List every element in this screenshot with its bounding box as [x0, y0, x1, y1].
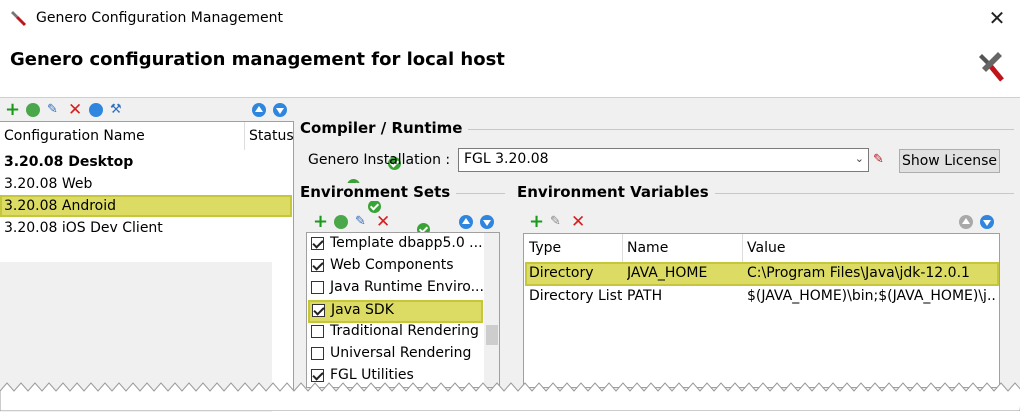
move-down-icon[interactable]: [980, 215, 994, 229]
env-vars-toolbar: + ✎ ✕: [529, 213, 585, 231]
installation-label: Genero Installation :: [308, 152, 451, 168]
env-set-item[interactable]: Web Components: [311, 257, 454, 279]
duplicate-icon[interactable]: [334, 215, 348, 229]
move-up-icon[interactable]: [252, 103, 266, 117]
show-license-button[interactable]: Show License: [899, 149, 1000, 173]
add-icon[interactable]: +: [529, 213, 544, 231]
env-set-item[interactable]: Universal Rendering: [311, 345, 471, 367]
column-header-status[interactable]: Status: [249, 128, 294, 144]
list-item-selected[interactable]: 3.20.08 Android: [0, 195, 382, 217]
table-row[interactable]: Directory List PATH $(JAVA_HOME)\bin;$(J…: [524, 286, 999, 308]
installation-select[interactable]: FGL 3.20.08 ⌄: [458, 148, 869, 172]
add-icon[interactable]: +: [313, 213, 328, 231]
configuration-list: Configuration Name Status 3.20.08 Deskto…: [0, 121, 431, 412]
env-set-item[interactable]: Java Runtime Enviro...: [311, 279, 484, 301]
page-title: Genero configuration management for loca…: [10, 49, 505, 70]
table-row-selected[interactable]: Directory JAVA_HOME C:\Program Files\Jav…: [525, 262, 999, 286]
env-set-label: Universal Rendering: [330, 345, 472, 361]
config-toolbar: + ✎ ✕ ⚒: [5, 101, 124, 119]
move-up-icon[interactable]: [459, 215, 473, 229]
column-header-type[interactable]: Type: [529, 240, 561, 256]
env-sets-toolbar: + ✎ ✕: [313, 213, 390, 231]
installation-value: FGL 3.20.08: [464, 151, 549, 167]
cell-value: $(JAVA_HOME)\bin;$(JAVA_HOME)\j...: [747, 288, 997, 304]
env-set-item[interactable]: Template dbapp5.0 ...: [311, 235, 483, 257]
config-name: 3.20.08 Android: [4, 198, 117, 214]
close-button[interactable]: ✕: [982, 5, 1012, 33]
env-set-label: Template dbapp5.0 ...: [330, 235, 483, 251]
env-set-item-selected[interactable]: Java SDK: [308, 300, 483, 323]
move-down-icon[interactable]: [480, 215, 494, 229]
env-vars-table: Type Name Value Directory JAVA_HOME C:\P…: [523, 233, 1000, 388]
move-down-icon[interactable]: [273, 103, 287, 117]
checkbox[interactable]: [311, 346, 324, 360]
edit-icon[interactable]: ✎: [47, 103, 61, 117]
env-sets-section-title: Environment Sets: [300, 183, 457, 201]
column-header-name[interactable]: Name: [627, 240, 668, 256]
env-set-item[interactable]: Traditional Rendering: [311, 323, 479, 345]
check-icon[interactable]: [89, 103, 103, 117]
list-item[interactable]: 3.20.08 iOS Dev Client: [0, 217, 431, 239]
cell-value: C:\Program Files\Java\jdk-12.0.1: [747, 265, 970, 281]
edit-icon[interactable]: ✎: [550, 215, 564, 229]
scrollbar-thumb[interactable]: [486, 325, 498, 345]
env-sets-order-toolbar: [459, 215, 494, 229]
config-name: 3.20.08 Web: [4, 176, 93, 192]
env-set-label: Traditional Rendering: [330, 323, 479, 339]
env-vars-order-toolbar: [959, 215, 994, 229]
cell-type: Directory: [529, 265, 594, 281]
checkbox[interactable]: [311, 236, 324, 250]
duplicate-icon[interactable]: [26, 103, 40, 117]
column-header-value[interactable]: Value: [747, 240, 785, 256]
delete-icon[interactable]: ✕: [68, 102, 82, 119]
wrench-icon: [10, 9, 28, 27]
env-set-label: Web Components: [330, 257, 454, 273]
checkbox[interactable]: [312, 303, 325, 317]
scrollbar[interactable]: [484, 233, 499, 387]
config-name: 3.20.08 iOS Dev Client: [4, 220, 163, 236]
delete-icon[interactable]: ✕: [376, 214, 390, 231]
checkbox[interactable]: [311, 324, 324, 338]
edit-installation-icon[interactable]: ✎: [873, 152, 884, 167]
chevron-down-icon: ⌄: [854, 152, 864, 165]
tools-icon[interactable]: ⚒: [110, 103, 124, 117]
cell-name: PATH: [627, 288, 663, 304]
column-header-name[interactable]: Configuration Name: [4, 128, 145, 144]
env-vars-section-title: Environment Variables: [517, 183, 715, 201]
edit-icon[interactable]: ✎: [355, 215, 369, 229]
wrench-screwdriver-icon: [978, 50, 1008, 84]
move-up-icon[interactable]: [959, 215, 973, 229]
env-sets-list: Template dbapp5.0 ... Web Components Jav…: [306, 232, 500, 388]
delete-icon[interactable]: ✕: [571, 214, 585, 231]
cell-type: Directory List: [529, 288, 623, 304]
window-title: Genero Configuration Management: [36, 10, 284, 26]
env-set-label: Java SDK: [331, 302, 394, 318]
list-item[interactable]: 3.20.08 Web: [0, 173, 360, 195]
env-set-label: Java Runtime Enviro...: [330, 279, 484, 295]
checkbox[interactable]: [311, 280, 324, 294]
config-name: 3.20.08 Desktop: [4, 154, 134, 170]
compiler-section-title: Compiler / Runtime: [300, 119, 469, 137]
checkbox[interactable]: [311, 258, 324, 272]
cell-name: JAVA_HOME: [627, 265, 708, 281]
add-icon[interactable]: +: [5, 101, 20, 119]
list-item[interactable]: 3.20.08 Desktop: [0, 151, 401, 173]
torn-edge: [0, 382, 1020, 411]
config-order-toolbar: [252, 103, 287, 117]
